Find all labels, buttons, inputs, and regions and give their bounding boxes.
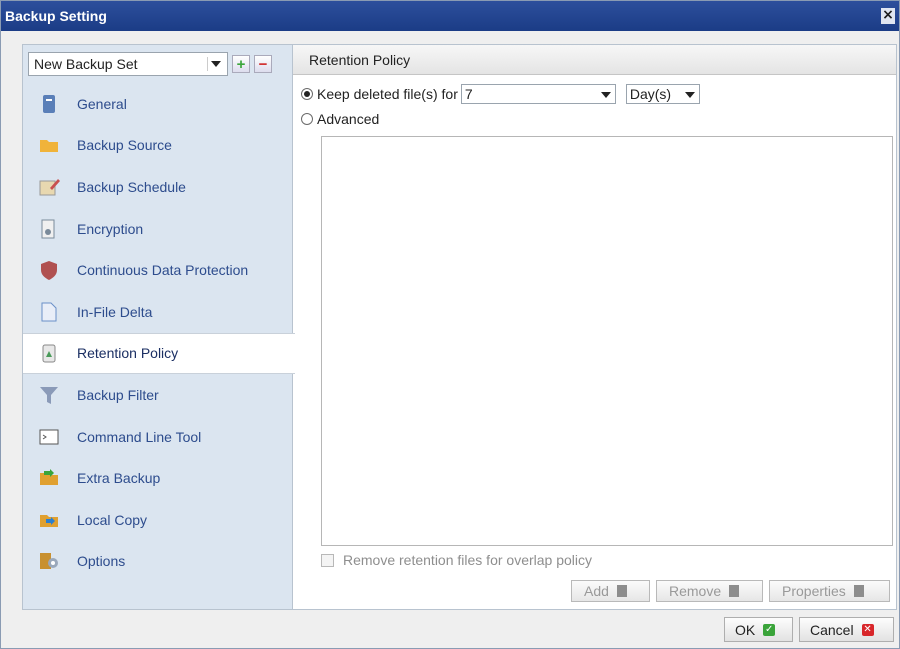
- sidebar-item-label: Options: [77, 553, 126, 570]
- advanced-radio[interactable]: [301, 113, 313, 125]
- gear-icon: [38, 550, 60, 572]
- check-icon: ✓: [763, 623, 776, 636]
- sidebar-item-label: Continuous Data Protection: [77, 262, 249, 279]
- recycle-bin-icon: [38, 342, 60, 364]
- trash-icon: [729, 585, 740, 597]
- x-icon: ✕: [861, 623, 874, 636]
- ok-button[interactable]: OK ✓: [724, 617, 793, 642]
- sidebar-item-label: Command Line Tool: [77, 428, 202, 445]
- title-bar: Backup Setting ×: [1, 1, 899, 31]
- remove-button[interactable]: Remove: [656, 580, 763, 602]
- document-icon: [616, 585, 627, 597]
- advanced-row: Advanced: [301, 109, 379, 129]
- backup-set-select[interactable]: New Backup Set: [28, 52, 228, 76]
- retention-policy-list[interactable]: [321, 136, 893, 546]
- sidebar-item-backup-filter[interactable]: Backup Filter: [23, 374, 292, 416]
- remove-overlap-row: Remove retention files for overlap polic…: [321, 552, 592, 568]
- unit-select[interactable]: Day(s): [625, 84, 700, 104]
- folder-open-icon: [38, 134, 60, 156]
- sidebar-item-local-copy[interactable]: Local Copy: [23, 499, 292, 541]
- sidebar-item-label: Backup Filter: [77, 386, 159, 403]
- terminal-icon: [38, 426, 60, 448]
- keep-days-value: 7: [464, 86, 473, 102]
- file-delta-icon: [38, 301, 60, 323]
- add-button-label: Add: [584, 583, 609, 599]
- backup-set-row: New Backup Set + −: [28, 52, 272, 76]
- close-icon[interactable]: ×: [881, 8, 895, 24]
- sidebar-item-extra-backup[interactable]: Extra Backup: [23, 457, 292, 499]
- sidebar-item-continuous-data-protection[interactable]: Continuous Data Protection: [23, 249, 292, 291]
- add-button[interactable]: Add: [571, 580, 650, 602]
- cancel-button[interactable]: Cancel ✕: [799, 617, 894, 642]
- chevron-down-icon[interactable]: [599, 88, 613, 101]
- properties-button[interactable]: Properties: [769, 580, 890, 602]
- sidebar-item-label: Backup Source: [77, 137, 172, 154]
- folder-copy-icon: [38, 509, 60, 531]
- unit-value: Day(s): [629, 86, 672, 102]
- keep-deleted-label: Keep deleted file(s) for: [317, 86, 458, 102]
- edit-icon: [853, 585, 864, 597]
- policy-buttons: Add Remove Properties: [571, 580, 890, 602]
- sidebar-item-options[interactable]: Options: [23, 541, 292, 583]
- retention-policy-panel: Retention Policy Keep deleted file(s) fo…: [292, 44, 897, 610]
- calendar-pen-icon: [38, 176, 60, 198]
- sidebar-nav: General Backup Source Backup Schedule Encry…: [23, 83, 295, 583]
- sidebar-item-command-line-tool[interactable]: Command Line Tool: [23, 416, 292, 458]
- sidebar-item-general[interactable]: General: [23, 83, 292, 125]
- keep-deleted-row: Keep deleted file(s) for 7 Day(s): [301, 83, 700, 105]
- advanced-label: Advanced: [317, 111, 380, 127]
- sidebar-item-label: Extra Backup: [77, 470, 161, 487]
- funnel-icon: [38, 384, 60, 406]
- dialog-buttons: OK ✓ Cancel ✕: [724, 617, 894, 642]
- cancel-button-label: Cancel: [810, 621, 854, 638]
- panel-title: Retention Policy: [293, 45, 896, 75]
- sidebar-item-label: Backup Schedule: [77, 178, 186, 195]
- shield-icon: [38, 259, 60, 281]
- window-title: Backup Setting: [5, 8, 107, 24]
- chevron-down-icon[interactable]: [207, 57, 223, 71]
- backup-setting-window: Backup Setting × New Backup Set + − Gene…: [0, 0, 900, 649]
- sidebar-item-label: Retention Policy: [77, 345, 179, 362]
- ok-button-label: OK: [735, 621, 756, 638]
- sidebar-item-backup-schedule[interactable]: Backup Schedule: [23, 166, 292, 208]
- keep-days-input[interactable]: 7: [460, 84, 616, 104]
- settings-sidebar: New Backup Set + − General Backup Source B…: [22, 44, 295, 610]
- sidebar-item-encryption[interactable]: Encryption: [23, 208, 292, 250]
- sidebar-item-label: In-File Delta: [77, 303, 153, 320]
- properties-button-label: Properties: [782, 583, 846, 599]
- remove-overlap-checkbox[interactable]: [321, 553, 334, 567]
- remove-overlap-label: Remove retention files for overlap polic…: [343, 552, 593, 568]
- sidebar-item-retention-policy[interactable]: Retention Policy: [23, 332, 295, 375]
- sidebar-item-in-file-delta[interactable]: In-File Delta: [23, 291, 292, 333]
- add-backup-set-button[interactable]: +: [232, 55, 250, 73]
- chevron-down-icon[interactable]: [683, 88, 697, 101]
- sidebar-item-label: Encryption: [77, 220, 144, 237]
- sidebar-item-backup-source[interactable]: Backup Source: [23, 125, 292, 167]
- backup-set-value: New Backup Set: [34, 56, 138, 72]
- document-icon: [38, 93, 60, 115]
- remove-backup-set-button[interactable]: −: [254, 55, 272, 73]
- sidebar-item-label: General: [77, 95, 127, 112]
- key-document-icon: [38, 218, 60, 240]
- keep-deleted-radio[interactable]: [301, 88, 313, 100]
- folder-arrow-icon: [38, 467, 60, 489]
- remove-button-label: Remove: [669, 583, 722, 599]
- sidebar-item-label: Local Copy: [77, 511, 148, 528]
